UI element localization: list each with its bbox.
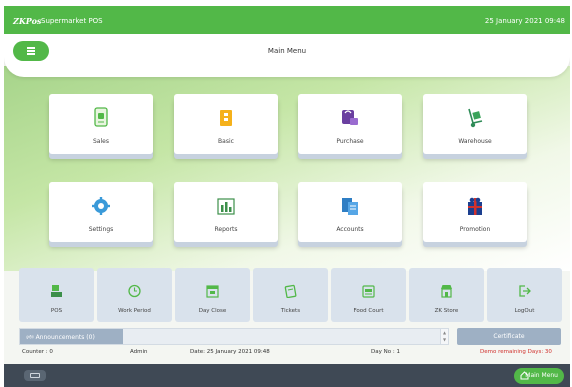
hand-truck-icon: [468, 108, 483, 128]
tile-purchase[interactable]: Purchase: [298, 94, 402, 154]
tile-pos[interactable]: POS: [19, 268, 94, 322]
tile-label: Accounts: [336, 226, 364, 233]
tile-label: Tickets: [280, 308, 301, 314]
tile-logout[interactable]: LogOut: [487, 268, 562, 322]
tile-label: Promotion: [459, 226, 491, 233]
tile-basic[interactable]: Basic: [174, 94, 278, 154]
title-bar: ZKPos Supermarket POS 25 January 2021 09…: [4, 6, 570, 34]
tile-label: Warehouse: [458, 138, 492, 145]
tile-settings[interactable]: Settings: [49, 182, 153, 242]
app-name: Supermarket POS: [41, 17, 103, 25]
tile-reports[interactable]: Reports: [174, 182, 278, 242]
store-icon: [441, 285, 452, 298]
demo-days-status: Demo remaining Days: 30: [480, 349, 552, 355]
user-status: Admin: [130, 349, 148, 355]
keyboard-button[interactable]: [24, 370, 46, 381]
tile-accounts[interactable]: Accounts: [298, 182, 402, 242]
announcements-bar[interactable]: 🕬 Announcements (0) ▲ ▼: [19, 328, 449, 345]
tile-day-close[interactable]: Day Close: [175, 268, 250, 322]
tile-label: Settings: [88, 226, 114, 233]
tile-label: Reports: [214, 226, 238, 233]
announcements-scrollbar[interactable]: ▲ ▼: [440, 329, 448, 344]
date-status: Date: 25 January 2021 09:48: [190, 349, 270, 355]
app-window: ZKPos Supermarket POS 25 January 2021 09…: [4, 6, 570, 387]
ledger-icon: [342, 198, 358, 215]
tile-promotion[interactable]: Promotion: [423, 182, 527, 242]
tile-label: Food Court: [353, 308, 384, 314]
food-court-icon: [362, 285, 375, 298]
tile-label: LogOut: [514, 308, 535, 314]
datetime: 25 January 2021 09:48: [484, 17, 565, 25]
tile-label: Sales: [93, 138, 109, 145]
page-title: Main Menu: [267, 47, 307, 55]
bottom-bar: Main Menu: [4, 364, 570, 387]
ticket-icon: [284, 284, 297, 298]
tile-work-period[interactable]: Work Period: [97, 268, 172, 322]
tile-label: Day Close: [198, 308, 227, 314]
announcements-label: 🕬 Announcements (0): [20, 329, 123, 344]
tile-label: Basic: [218, 138, 234, 145]
announcements-text: Announcements (0): [35, 334, 95, 341]
tile-zk-store[interactable]: ZK Store: [409, 268, 484, 322]
keyboard-icon: [30, 373, 40, 378]
tile-sales[interactable]: Sales: [49, 94, 153, 154]
day-no-status: Day No : 1: [371, 349, 400, 355]
tile-label: ZK Store: [434, 308, 459, 314]
home-icon: [520, 371, 529, 380]
tile-label: Work Period: [118, 308, 151, 314]
calendar-icon: [206, 285, 219, 298]
pos-terminal-icon: [51, 285, 62, 297]
gear-icon: [92, 197, 110, 215]
header: Main Menu: [4, 34, 570, 77]
box-icon: [220, 110, 232, 126]
main-menu-label: Main Menu: [525, 372, 558, 379]
tile-label: Purchase: [336, 138, 364, 145]
zkpos-logo: ZKPos: [13, 16, 42, 26]
clock-icon: [128, 284, 141, 298]
tile-label: POS: [50, 308, 63, 314]
tile-tickets[interactable]: Tickets: [253, 268, 328, 322]
logout-icon: [519, 285, 531, 297]
tile-food-court[interactable]: Food Court: [331, 268, 406, 322]
megaphone-icon: 🕬: [26, 334, 34, 341]
certificate-button[interactable]: Certificate: [457, 328, 561, 345]
tile-warehouse[interactable]: Warehouse: [423, 94, 527, 154]
counter-status: Counter : 0: [22, 349, 53, 355]
gift-icon: [468, 197, 482, 215]
receipt-icon: [94, 107, 108, 127]
main-menu-button[interactable]: Main Menu: [514, 368, 564, 384]
shopping-bag-icon: [342, 110, 358, 125]
bar-chart-icon: [217, 198, 235, 215]
